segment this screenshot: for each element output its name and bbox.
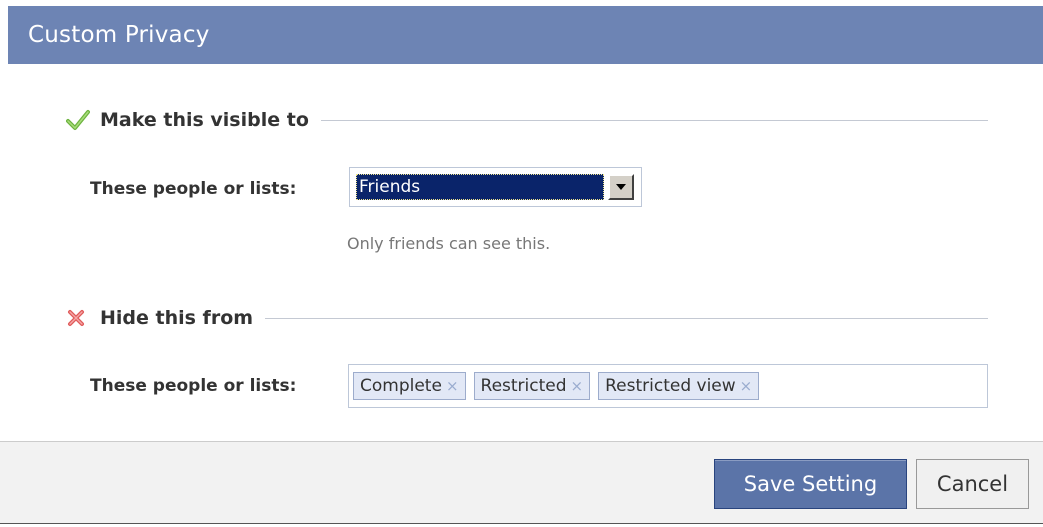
- remove-token-icon[interactable]: ×: [571, 378, 584, 394]
- cancel-button[interactable]: Cancel: [916, 459, 1029, 509]
- check-icon: [66, 105, 100, 135]
- remove-token-icon[interactable]: ×: [446, 378, 459, 394]
- dialog-header: Custom Privacy: [8, 6, 1043, 64]
- footer-bottom-border: [0, 523, 1043, 524]
- visible-people-label: These people or lists:: [90, 179, 297, 199]
- visible-section-header: Make this visible to: [66, 105, 988, 135]
- hide-from-token-input[interactable]: Complete × Restricted × Restricted view …: [348, 364, 988, 408]
- section-divider: [320, 119, 988, 121]
- visibility-selected-value: Friends: [356, 174, 604, 200]
- hide-people-label: These people or lists:: [90, 376, 297, 396]
- token-restricted: Restricted ×: [473, 372, 591, 400]
- visibility-helper-text: Only friends can see this.: [347, 234, 551, 253]
- token-label: Restricted: [480, 376, 567, 396]
- dialog-title: Custom Privacy: [28, 22, 210, 48]
- hide-section-header: Hide this from: [66, 303, 988, 333]
- visible-section-title: Make this visible to: [100, 109, 309, 131]
- visibility-select[interactable]: Friends: [349, 167, 642, 207]
- section-divider: [265, 317, 988, 319]
- token-complete: Complete ×: [353, 372, 466, 400]
- hide-section-title: Hide this from: [100, 307, 254, 329]
- save-setting-button[interactable]: Save Setting: [714, 459, 907, 509]
- custom-privacy-dialog: Custom Privacy Make this visible to Thes…: [0, 0, 1043, 527]
- token-label: Restricted view: [605, 376, 736, 396]
- token-label: Complete: [360, 376, 442, 396]
- red-x-icon: [66, 303, 100, 333]
- dropdown-arrow-icon[interactable]: [608, 174, 634, 200]
- token-restricted-view: Restricted view ×: [598, 372, 760, 400]
- remove-token-icon[interactable]: ×: [740, 378, 753, 394]
